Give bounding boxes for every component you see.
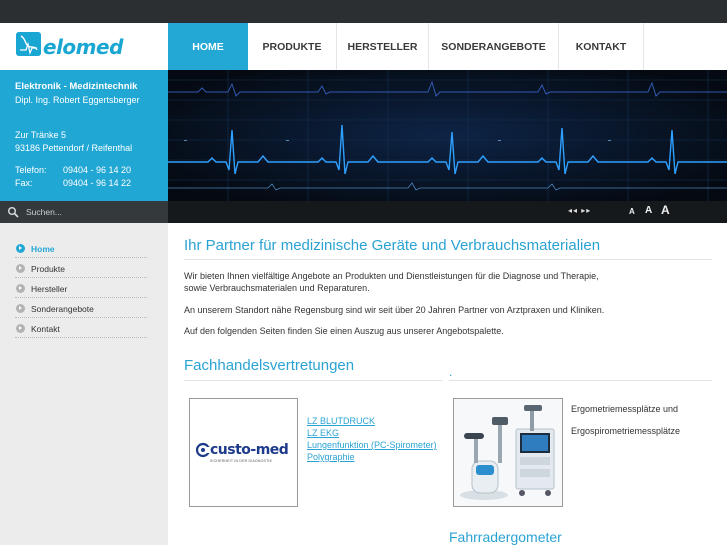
link-lz-blutdruck[interactable]: LZ BLUTDRUCK — [307, 415, 437, 427]
font-size-small-button[interactable]: A — [629, 207, 635, 216]
ergospirometrie-text: Ergospirometriemessplätze — [571, 426, 681, 436]
divider — [449, 380, 712, 381]
nav-produkte[interactable]: PRODUKTE — [248, 23, 337, 70]
sidebar-item-sonderangebote[interactable]: Sonderangebote — [15, 299, 147, 318]
section-dot: . — [449, 365, 453, 379]
arrow-bullet-icon — [16, 244, 25, 253]
arrow-bullet-icon — [16, 304, 25, 313]
divider — [184, 259, 712, 260]
street-address: Zur Tränke 5 — [15, 130, 67, 140]
custo-med-mark-icon — [196, 442, 210, 458]
ecg-waveform-graphic — [168, 70, 727, 201]
partner-links: LZ BLUTDRUCK LZ EKG Lungenfunktion (PC-S… — [307, 415, 437, 463]
fahrradergometer-heading: Fahrradergometer — [449, 529, 562, 545]
custo-med-tagline: SICHERHEIT IN DER DIAGNOSTIK — [210, 459, 273, 463]
city-address: 93186 Pettendorf / Reifenthal — [15, 143, 133, 153]
sidebar-item-label: Sonderangebote — [31, 304, 94, 314]
arrow-bullet-icon — [16, 284, 25, 293]
search-input[interactable] — [26, 204, 161, 220]
contact-panel: Elektronik - Medizintechnik Dipl. Ing. R… — [0, 70, 168, 201]
sidebar-item-hersteller[interactable]: Hersteller — [15, 279, 147, 298]
ecg-banner-image — [168, 70, 727, 201]
link-lungenfunktion[interactable]: Lungenfunktion (PC-Spirometer) — [307, 439, 437, 451]
search-bar — [0, 201, 168, 223]
sidebar-item-label: Produkte — [31, 264, 66, 274]
sidebar-item-label: Home — [31, 244, 55, 254]
search-icon[interactable] — [7, 206, 19, 218]
banner-toolbar: ◂◂ ▸▸ A A A — [168, 201, 727, 223]
sidebar-item-label: Hersteller — [31, 284, 68, 294]
link-polygraphie[interactable]: Polygraphie — [307, 451, 437, 463]
ergometer-product-image[interactable] — [453, 398, 563, 507]
link-lz-ekg[interactable]: LZ EKG — [307, 427, 437, 439]
slider-arrows-icon[interactable]: ◂◂ ▸▸ — [568, 206, 591, 215]
sidebar-item-kontakt[interactable]: Kontakt — [15, 319, 147, 338]
top-bar — [0, 0, 727, 23]
phone-label: Telefon: — [15, 165, 47, 175]
fax-number: 09404 - 96 14 22 — [63, 178, 132, 188]
sidebar-item-label: Kontakt — [31, 324, 60, 334]
font-size-large-button[interactable]: A — [661, 203, 670, 217]
about-paragraph: An unserem Standort nähe Regensburg sind… — [184, 305, 605, 315]
logo-mark-icon — [16, 32, 41, 56]
fax-label: Fax: — [15, 178, 33, 188]
partner-logo-custo-med[interactable]: custo-med SICHERHEIT IN DER DIAGNOSTIK — [189, 398, 298, 507]
arrow-bullet-icon — [16, 264, 25, 273]
main-content: Ihr Partner für medizinische Geräte und … — [168, 223, 727, 545]
sidebar-item-home[interactable]: Home — [15, 239, 147, 258]
arrow-bullet-icon — [16, 324, 25, 333]
site-logo[interactable]: elomed — [0, 23, 168, 70]
main-nav: HOME PRODUKTE HERSTELLER SONDERANGEBOTE … — [168, 23, 727, 70]
section-title: Fachhandelsvertretungen — [184, 357, 355, 374]
ergometrie-text: Ergometriemessplätze und — [571, 404, 679, 414]
page-title: Ihr Partner für medizinische Geräte und … — [184, 237, 601, 254]
font-size-medium-button[interactable]: A — [645, 205, 652, 216]
nav-hersteller[interactable]: HERSTELLER — [337, 23, 429, 70]
logo-text: elomed — [43, 35, 123, 59]
ergometer-illustration — [454, 399, 562, 506]
custo-med-wordmark: custo-med — [210, 442, 289, 458]
intro-line-2: sowie Verbrauchsmaterialen und Reparatur… — [184, 283, 370, 293]
offer-paragraph: Auf den folgenden Seiten finden Sie eine… — [184, 326, 504, 336]
nav-home[interactable]: HOME — [168, 23, 248, 70]
company-name: Elektronik - Medizintechnik — [15, 81, 138, 92]
nav-kontakt[interactable]: KONTAKT — [559, 23, 644, 70]
divider — [184, 380, 442, 381]
nav-sonderangebote[interactable]: SONDERANGEBOTE — [429, 23, 559, 70]
contact-person: Dipl. Ing. Robert Eggertsberger — [15, 95, 140, 105]
phone-number: 09404 - 96 14 20 — [63, 165, 132, 175]
sidebar-item-produkte[interactable]: Produkte — [15, 259, 147, 278]
intro-line-1: Wir bieten Ihnen vielfältige Angebote an… — [184, 271, 599, 281]
sidebar: Home Produkte Hersteller Sonderangebote … — [0, 223, 168, 545]
